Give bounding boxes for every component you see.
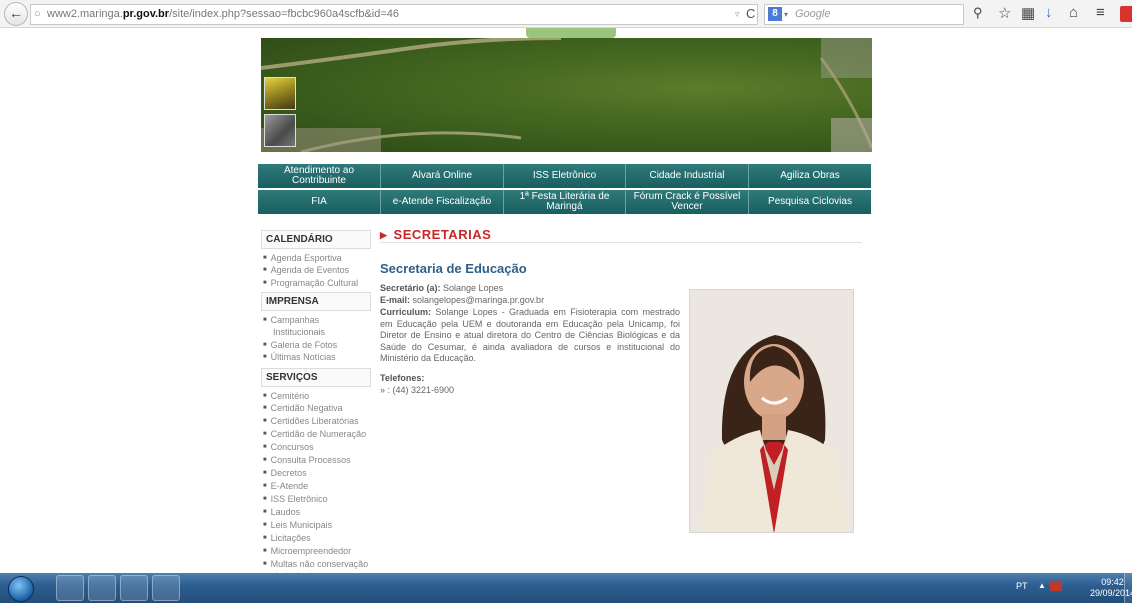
start-button[interactable] [8,576,34,602]
banner-scenery [261,38,872,152]
addon-icon[interactable] [1120,6,1132,22]
url-path: /site/index.php?sessao=fbcbc960a4scfb&id… [169,8,400,20]
email-line: E-mail: solangelopes@maringa.pr.gov.br [380,295,545,305]
secretary-photo [689,289,854,533]
nav-link-atendimento[interactable]: Atendimento ao Contribuinte [258,164,381,188]
sidebar-item-licitacoes[interactable]: Licitações [263,532,311,544]
reload-icon[interactable]: C [746,6,755,21]
bookmarks-icon[interactable]: ▦ [1021,4,1035,22]
chevron-down-icon[interactable]: ▾ [784,5,788,24]
language-indicator[interactable]: PT [1016,581,1028,591]
sidebar-item-cemiterio[interactable]: Cemitério [263,390,310,402]
nav-link-forum-crack[interactable]: Fórum Crack é Possível Vencer [626,190,749,214]
tray-app-icon[interactable] [1050,581,1062,591]
taskbar-app-firefox[interactable] [56,575,84,601]
tray-expand-icon[interactable]: ▲ [1038,581,1046,590]
nav-link-alvara[interactable]: Alvará Online [381,164,504,188]
sidebar-item-microempreendedor[interactable]: Microempreendedor [263,545,352,557]
sidebar-item-galeria-fotos[interactable]: Galeria de Fotos [263,339,338,351]
star-icon[interactable]: ☆ [998,4,1011,22]
banner-thumbnail[interactable] [264,114,296,147]
sidebar-item-agenda-eventos[interactable]: Agenda de Eventos [263,264,350,276]
show-desktop-button[interactable] [1124,573,1132,603]
nav-link-agiliza-obras[interactable]: Agiliza Obras [749,164,871,188]
sidebar-item-concursos[interactable]: Concursos [263,441,314,453]
portrait-illustration [690,290,853,532]
url-prefix: www2.maringa. [47,8,123,20]
telefone-value: » : (44) 3221-6900 [380,385,455,395]
browser-toolbar: ← ○ www2.maringa.pr.gov.br/site/index.ph… [0,0,1132,28]
secretario-line: Secretário (a): Solange Lopes [380,283,504,293]
sidebar-item-campanhas[interactable]: Campanhas Institucionais [263,314,371,338]
nav-link-iss[interactable]: ISS Eletrônico [504,164,626,188]
divider [380,242,862,243]
sidebar-item-decretos[interactable]: Decretos [263,467,307,479]
caret-right-icon: ▶ [380,230,388,240]
sidebar-item-certidoes-liberatorias[interactable]: Certidões Liberatórias [263,415,359,427]
search-icon[interactable]: ⚲ [973,5,983,21]
address-bar[interactable]: ○ www2.maringa.pr.gov.br/site/index.php?… [30,4,758,25]
sidebar-item-certidao-negativa[interactable]: Certidão Negativa [263,402,343,414]
sidebar-item-agenda-esportiva[interactable]: Agenda Esportiva [263,252,342,264]
sidebar-item-ultimas-noticias[interactable]: Últimas Notícias [263,351,336,363]
banner-tab[interactable] [526,28,616,38]
header-banner-image [261,38,872,152]
nav-link-festa-literaria[interactable]: 1ª Festa Literária de Maringá [504,190,626,214]
nav-link-fia[interactable]: FIA [258,190,381,214]
sidebar-item-certidao-numeracao[interactable]: Certidão de Numeração [263,428,367,440]
download-icon[interactable]: ↓ [1045,4,1053,21]
telefones-label: Telefones: [380,373,425,383]
search-placeholder: Google [795,8,831,20]
sidebar-item-iss-eletronico[interactable]: ISS Eletrônico [263,493,328,505]
menu-icon[interactable]: ≡ [1096,4,1105,21]
curriculum-text: Curriculum: Solange Lopes - Graduada em … [380,307,680,363]
url-host: pr.gov.br [122,8,170,20]
sidebar-item-leis-municipais[interactable]: Leis Municipais [263,519,333,531]
taskbar-app-4[interactable] [152,575,180,601]
search-engine-icon[interactable]: 8 [768,7,782,21]
windows-taskbar: PT ▲ 09:42 29/09/2014 [0,573,1132,603]
nav-link-pesquisa-ciclovias[interactable]: Pesquisa Ciclovias [749,190,871,214]
search-input[interactable]: 8 ▾ Google [764,4,964,25]
taskbar-app-explorer[interactable] [120,575,148,601]
url-dropdown-icon[interactable]: ▿ [735,9,740,20]
page-title: Secretaria de Educação [380,261,527,276]
sidebar-item-programacao-cultural[interactable]: Programação Cultural [263,277,359,289]
back-button[interactable]: ← [4,2,28,26]
section-title: ▶ SECRETARIAS [380,227,492,242]
sidebar-heading-calendario: CALENDÁRIO [261,230,371,249]
banner-thumbnail[interactable] [264,77,296,110]
globe-icon: ○ [34,8,41,20]
quick-links-grid: Atendimento ao Contribuinte Alvará Onlin… [258,164,871,214]
taskbar-app-2[interactable] [88,575,116,601]
sidebar-heading-servicos: SERVIÇOS [261,368,371,387]
sidebar-item-consulta-processos[interactable]: Consulta Processos [263,454,351,466]
sidebar-item-laudos[interactable]: Laudos [263,506,301,518]
home-icon[interactable]: ⌂ [1069,4,1078,21]
sidebar-item-e-atende[interactable]: E-Atende [263,480,309,492]
nav-link-e-atende[interactable]: e-Atende Fiscalização [381,190,504,214]
nav-link-cidade-industrial[interactable]: Cidade Industrial [626,164,749,188]
sidebar-heading-imprensa: IMPRENSA [261,292,371,311]
